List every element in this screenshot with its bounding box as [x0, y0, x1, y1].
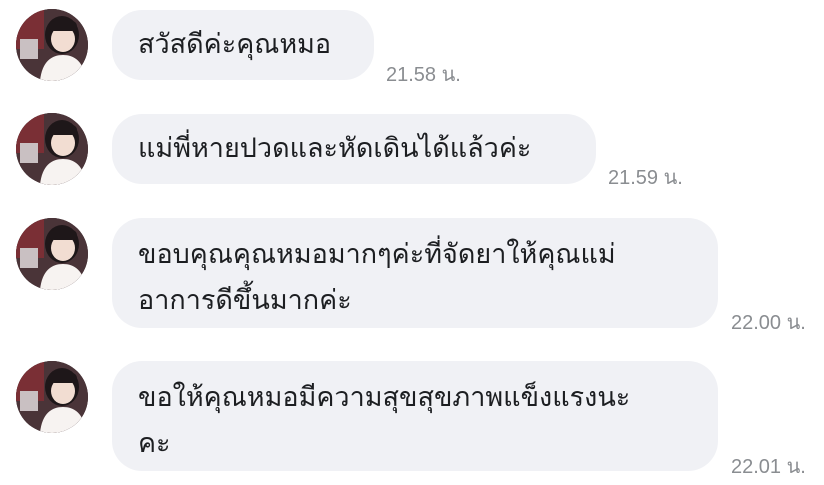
message-text-line-2: อาการดีขึ้นมากค่ะ: [138, 285, 352, 316]
message-timestamp: 21.59 น.: [608, 167, 683, 189]
message-text-line-1: ขอบคุณคุณหมอมากๆค่ะที่จัดยาให้คุณแม่: [138, 239, 616, 270]
message-bubble[interactable]: ขอบคุณคุณหมอมากๆค่ะที่จัดยาให้คุณแม่ อาก…: [112, 218, 718, 328]
sender-avatar[interactable]: [16, 218, 88, 290]
message-timestamp: 21.58 น.: [386, 64, 461, 86]
message-timestamp: 22.01 น.: [731, 456, 806, 478]
avatar-photo-icon: [16, 113, 88, 185]
message-text-line-2: คะ: [138, 428, 171, 459]
message-bubble[interactable]: แม่พี่หายปวดและหัดเดินได้แล้วค่ะ: [112, 114, 596, 184]
avatar-photo-icon: [16, 218, 88, 290]
message-text: แม่พี่หายปวดและหัดเดินได้แล้วค่ะ: [138, 133, 532, 164]
message-bubble[interactable]: สวัสดีค่ะคุณหมอ: [112, 10, 374, 80]
message-timestamp: 22.00 น.: [731, 312, 806, 334]
message-bubble[interactable]: ขอให้คุณหมอมีความสุขสุขภาพแข็งแรงนะ คะ: [112, 361, 718, 471]
avatar-photo-icon: [16, 361, 88, 433]
sender-avatar[interactable]: [16, 113, 88, 185]
chat-thread: สวัสดีค่ะคุณหมอ 21.58 น. แม่พี่หายปวดและ…: [0, 0, 824, 485]
sender-avatar[interactable]: [16, 361, 88, 433]
message-text-line-1: ขอให้คุณหมอมีความสุขสุขภาพแข็งแรงนะ: [138, 382, 631, 413]
message-text: สวัสดีค่ะคุณหมอ: [138, 29, 332, 60]
sender-avatar[interactable]: [16, 9, 88, 81]
avatar-photo-icon: [16, 9, 88, 81]
